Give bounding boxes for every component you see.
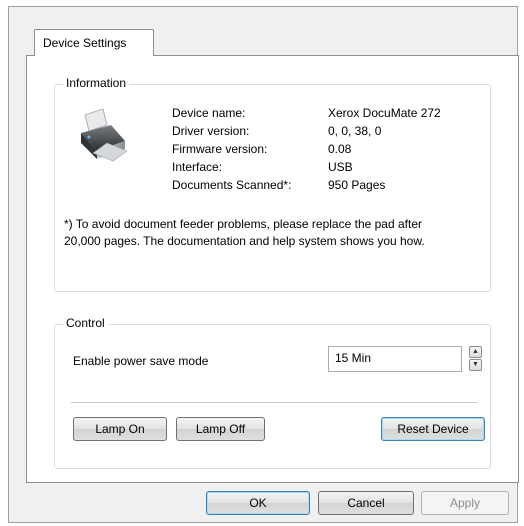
info-label-driver-version: Driver version: bbox=[172, 124, 250, 138]
device-settings-dialog: Device Settings Information Device name:… bbox=[8, 6, 519, 523]
info-value-documents-scanned: 950 Pages bbox=[328, 178, 386, 192]
power-save-value: 15 Min bbox=[335, 351, 372, 365]
scanner-icon bbox=[77, 107, 129, 165]
lamp-off-button[interactable]: Lamp Off bbox=[176, 417, 265, 441]
info-value-interface: USB bbox=[328, 160, 353, 174]
control-separator bbox=[71, 402, 477, 404]
tab-device-settings[interactable]: Device Settings bbox=[34, 29, 154, 56]
pad-replacement-note-line1: *) To avoid document feeder problems, pl… bbox=[64, 217, 422, 231]
info-value-driver-version: 0, 0, 38, 0 bbox=[328, 124, 382, 138]
pad-replacement-note-line2: 20,000 pages. The documentation and help… bbox=[64, 234, 425, 248]
reset-device-button[interactable]: Reset Device bbox=[381, 417, 485, 441]
ok-button[interactable]: OK bbox=[206, 491, 310, 515]
information-group: Information Device name: Xerox DocuMate … bbox=[54, 76, 491, 292]
lamp-on-button[interactable]: Lamp On bbox=[73, 417, 167, 441]
info-value-device-name: Xerox DocuMate 272 bbox=[328, 106, 441, 120]
control-group-title: Control bbox=[63, 316, 108, 330]
information-group-title: Information bbox=[63, 76, 130, 90]
info-value-firmware-version: 0.08 bbox=[328, 142, 352, 156]
power-save-input[interactable]: 15 Min bbox=[328, 346, 462, 372]
info-label-documents-scanned: Documents Scanned*: bbox=[172, 178, 292, 192]
spin-down-icon[interactable]: ▼ bbox=[469, 359, 482, 371]
tab-panel-device-settings: Information Device name: Xerox DocuMate … bbox=[26, 55, 519, 483]
power-save-label: Enable power save mode bbox=[73, 354, 209, 368]
info-label-interface: Interface: bbox=[172, 160, 223, 174]
info-label-device-name: Device name: bbox=[172, 106, 246, 120]
cancel-button[interactable]: Cancel bbox=[318, 491, 414, 515]
spin-up-icon[interactable]: ▲ bbox=[469, 346, 482, 358]
apply-button[interactable]: Apply bbox=[421, 491, 509, 515]
info-label-firmware-version: Firmware version: bbox=[172, 142, 268, 156]
control-group: Control Enable power save mode 15 Min ▲ … bbox=[54, 316, 491, 469]
